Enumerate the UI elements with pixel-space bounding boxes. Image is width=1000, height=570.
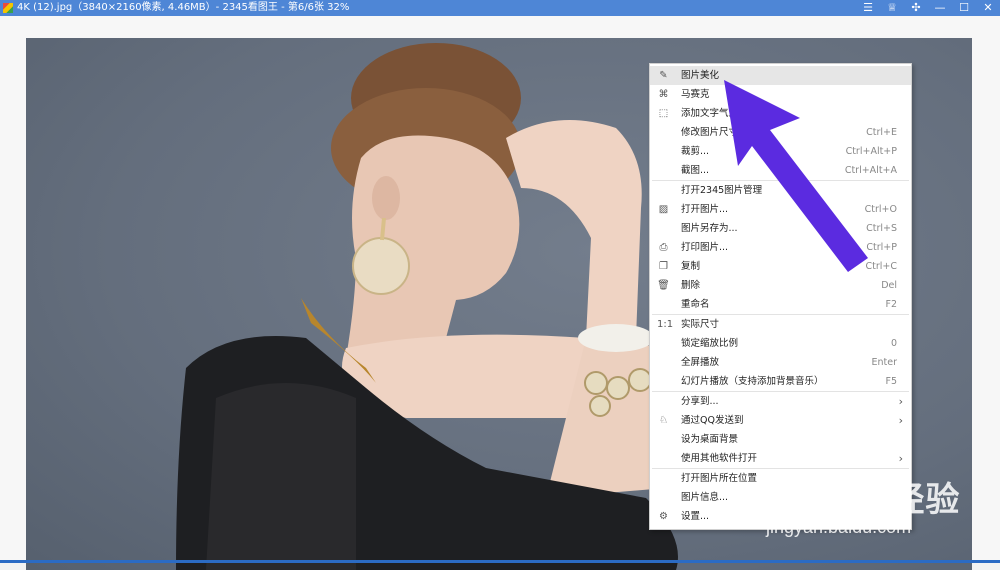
menu-item-label: 图片信息... (681, 492, 729, 503)
menu-item-label: 打印图片... (681, 242, 729, 253)
window-title: 4K (12).jpg（3840×2160像素, 4.46MB）- 2345看图… (17, 2, 350, 13)
menu-item-label: 删除 (681, 280, 701, 291)
menu-item[interactable]: 锁定缩放比例 0 (650, 334, 911, 353)
trash-icon: 🗑 (657, 280, 670, 291)
menu-item-shortcut: 0 (890, 338, 897, 349)
menu-item-label: 设置... (681, 511, 710, 522)
menu-item-shortcut: Ctrl+C (865, 261, 898, 272)
submenu-chevron-icon: › (898, 395, 903, 408)
menu-item[interactable]: 裁剪... Ctrl+Alt+P (650, 142, 911, 161)
gear-icon: ⚙ (659, 511, 668, 522)
close-icon[interactable]: ✕ (976, 0, 1000, 16)
window-controls: ☰ ♕ ✣ — ☐ ✕ (856, 0, 1000, 16)
baidu-watermark-url: jingyan.baidu.com (766, 517, 912, 537)
submenu-chevron-icon: › (898, 452, 903, 465)
menu-item-shortcut: Ctrl+P (866, 242, 897, 253)
menu-item-label: 通过QQ发送到 (681, 415, 744, 426)
menu-item-label: 打开图片所在位置 (681, 473, 758, 484)
maximize-icon[interactable]: ☐ (952, 0, 976, 16)
menu-item[interactable]: ❐ 复制 Ctrl+C (650, 257, 911, 276)
title-bar: 4K (12).jpg（3840×2160像素, 4.46MB）- 2345看图… (0, 0, 1000, 16)
menu-item[interactable]: 幻灯片播放（支持添加背景音乐） F5 (650, 372, 911, 391)
menu-item-label: 打开图片... (681, 204, 729, 215)
menu-item[interactable]: 🗑 删除 Del (650, 276, 911, 295)
menu-item[interactable]: 截图... Ctrl+Alt+A (650, 161, 911, 180)
menu-item-label: 使用其他软件打开 (681, 453, 758, 464)
menu-item-shortcut: Ctrl+S (866, 223, 897, 234)
menu-item[interactable]: 修改图片尺寸 Ctrl+E (650, 123, 911, 142)
menu-item[interactable]: 打开2345图片管理 (650, 181, 911, 200)
menu-item-label: 马赛克 (681, 89, 710, 100)
menu-item[interactable]: ♘ 通过QQ发送到 › (650, 411, 911, 430)
menu-item[interactable]: 全屏播放 Enter (650, 353, 911, 372)
menu-item[interactable]: ⬚ 添加文字气泡 (650, 104, 911, 123)
menu-item[interactable]: 图片另存为... Ctrl+S (650, 219, 911, 238)
menu-item-shortcut: Ctrl+E (866, 127, 897, 138)
app-logo-icon (3, 3, 13, 13)
menu-item-label: 设为桌面背景 (681, 434, 739, 445)
edit-icon: ✎ (659, 70, 668, 81)
menu-item-shortcut: F2 (885, 299, 897, 310)
menu-item-label: 分享到... (681, 396, 719, 407)
minimize-icon[interactable]: — (928, 0, 952, 16)
actual-size-icon: 1:1 (657, 319, 674, 330)
menu-icon[interactable]: ☰ (856, 0, 880, 16)
menu-item-label: 修改图片尺寸 (681, 127, 739, 138)
context-menu: ✎ 图片美化 ⌘ 马赛克 ⬚ 添加文字气泡 修改图片尺寸 Ctrl+E 裁剪... Ctrl+Al… (649, 63, 912, 530)
menu-item[interactable]: ✎ 图片美化 (650, 66, 911, 85)
menu-item[interactable]: 分享到... › (650, 392, 911, 411)
baidu-watermark-logo: Bai du 经验 (770, 481, 961, 519)
menu-item-shortcut: Enter (871, 357, 898, 368)
compact-mode-icon[interactable]: ✣ (904, 0, 928, 16)
menu-item-shortcut: F5 (885, 376, 897, 387)
menu-item-label: 全屏播放 (681, 357, 720, 368)
menu-item-label: 重命名 (681, 299, 710, 310)
qq-icon: ♘ (659, 415, 668, 426)
menu-item-label: 图片美化 (681, 70, 720, 81)
menu-item[interactable]: 重命名 F2 (650, 295, 911, 314)
image-icon: ▨ (658, 204, 669, 215)
skin-icon[interactable]: ♕ (880, 0, 904, 16)
print-icon: ⎙ (659, 242, 668, 253)
menu-item-shortcut: Ctrl+Alt+P (845, 146, 897, 157)
menu-item-label: 实际尺寸 (681, 319, 720, 330)
menu-item-label: 添加文字气泡 (681, 108, 739, 119)
menu-item[interactable]: ⎙ 打印图片... Ctrl+P (650, 238, 911, 257)
menu-item-label: 复制 (681, 261, 701, 272)
submenu-chevron-icon: › (898, 414, 903, 427)
menu-item[interactable]: 设为桌面背景 (650, 430, 911, 449)
menu-item-shortcut: Del (881, 280, 897, 291)
menu-item[interactable]: 1:1 实际尺寸 (650, 315, 911, 334)
menu-item-shortcut: Ctrl+O (864, 204, 897, 215)
menu-item-label: 裁剪... (681, 146, 710, 157)
text-bubble-icon: ⬚ (658, 108, 669, 119)
menu-item[interactable]: ⌘ 马赛克 (650, 85, 911, 104)
menu-item-label: 截图... (681, 165, 710, 176)
menu-item-label: 打开2345图片管理 (681, 185, 763, 196)
copy-icon: ❐ (659, 261, 668, 272)
menu-item[interactable]: 使用其他软件打开 › (650, 449, 911, 468)
mosaic-icon: ⌘ (658, 89, 669, 100)
menu-item-shortcut: Ctrl+Alt+A (844, 165, 897, 176)
menu-item-label: 锁定缩放比例 (681, 338, 739, 349)
menu-item-label: 幻灯片播放（支持添加背景音乐） (681, 376, 824, 387)
menu-item[interactable]: ▨ 打开图片... Ctrl+O (650, 200, 911, 219)
menu-item-label: 图片另存为... (681, 223, 738, 234)
